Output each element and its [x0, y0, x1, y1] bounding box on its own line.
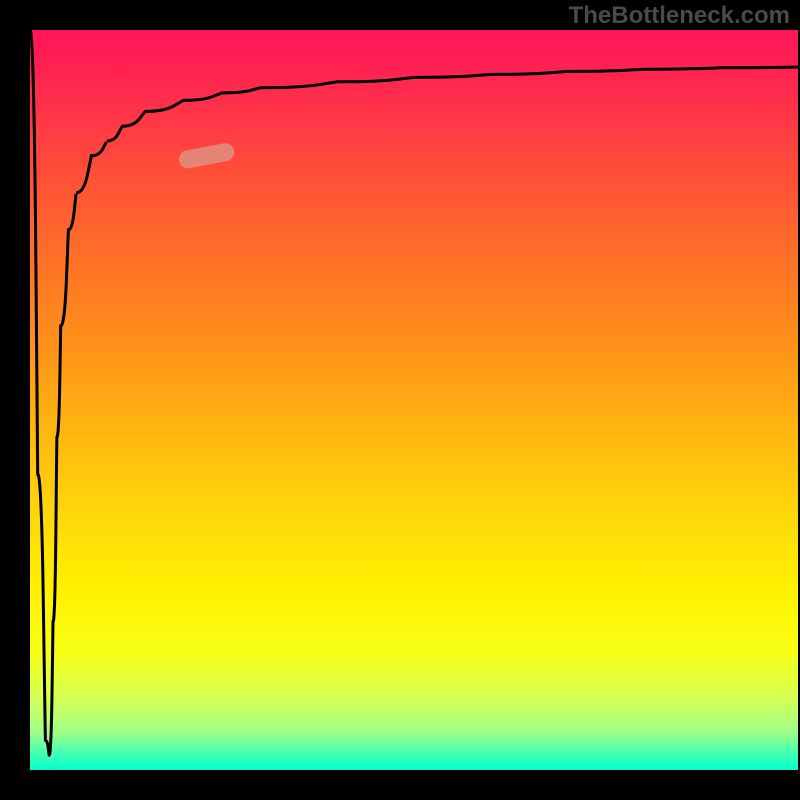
chart-container: TheBottleneck.com: [0, 0, 800, 800]
chart-svg: [30, 30, 798, 770]
curve-marker: [177, 142, 235, 170]
x-axis-band: [0, 770, 800, 800]
y-axis-band: [0, 0, 30, 800]
bottleneck-curve: [30, 30, 798, 755]
watermark-text: TheBottleneck.com: [569, 2, 790, 30]
